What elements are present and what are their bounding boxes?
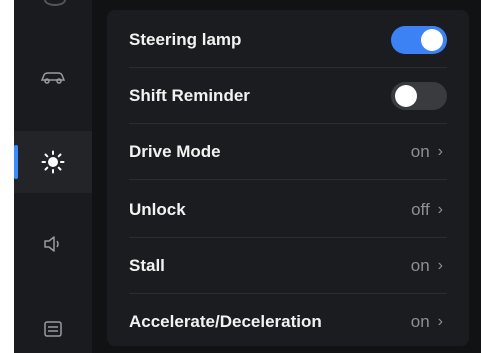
car-icon (40, 72, 66, 84)
stall-value: on (410, 256, 430, 275)
setting-row-steering-lamp[interactable]: Steering lamp (107, 12, 469, 68)
shift-reminder-toggle[interactable] (391, 82, 447, 110)
speaker-icon (44, 236, 59, 252)
partial-top-icon (44, 0, 66, 6)
sidebar-item-display[interactable] (14, 298, 92, 353)
setting-row-accelerate-deceleration[interactable]: Accelerate/Deceleration on › (107, 294, 469, 346)
setting-label: Drive Mode (129, 142, 221, 161)
sidebar-item-vehicle[interactable] (14, 46, 92, 108)
settings-panel: Steering lamp Shift Reminder Drive Mode … (107, 10, 469, 346)
sidebar-item-lights[interactable] (14, 131, 92, 193)
sidebar (14, 0, 92, 353)
chevron-right-icon: › (437, 201, 443, 218)
chevron-right-icon: › (437, 257, 443, 274)
setting-value: on › (411, 256, 443, 276)
setting-label: Unlock (129, 200, 186, 219)
setting-value: off › (411, 200, 443, 220)
chevron-right-icon: › (437, 143, 443, 160)
setting-row-drive-mode[interactable]: Drive Mode on › (107, 124, 469, 180)
sidebar-item-sound[interactable] (14, 213, 92, 275)
sun-icon (41, 150, 65, 174)
unlock-value: off (411, 200, 430, 219)
chevron-right-icon: › (437, 313, 443, 330)
setting-label: Stall (129, 256, 165, 275)
drive-mode-value: on (410, 142, 430, 161)
toggle-knob (395, 85, 417, 107)
setting-row-unlock[interactable]: Unlock off › (107, 182, 469, 238)
setting-row-stall[interactable]: Stall on › (107, 238, 469, 294)
card-icon (44, 321, 62, 337)
setting-label: Shift Reminder (129, 86, 250, 105)
steering-lamp-toggle[interactable] (391, 26, 447, 54)
toggle-knob (421, 29, 443, 51)
setting-label: Steering lamp (129, 30, 242, 49)
settings-screen: Steering lamp Shift Reminder Drive Mode … (14, 0, 481, 353)
setting-value: on › (411, 142, 443, 162)
setting-row-shift-reminder[interactable]: Shift Reminder (107, 68, 469, 124)
accelerate-deceleration-value: on (410, 312, 430, 331)
setting-label: Accelerate/Deceleration (129, 312, 322, 331)
setting-value: on › (411, 312, 443, 332)
